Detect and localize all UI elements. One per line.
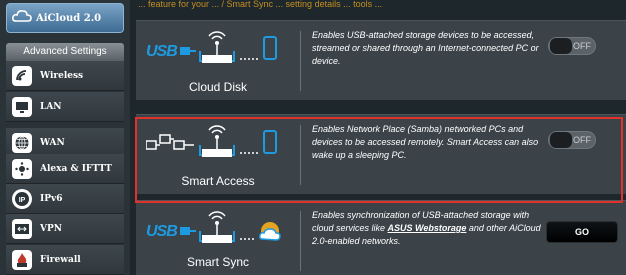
card-title: Cloud Disk — [188, 80, 248, 94]
cloud-disk-card: USB Cloud Disk Enables USB-attached stor… — [136, 20, 626, 100]
wifi-icon — [12, 65, 32, 86]
card-description: Enables USB-attached storage devices to … — [312, 30, 539, 66]
sidebar-item-wireless[interactable]: Wireless — [6, 61, 124, 91]
divider — [300, 31, 301, 91]
divider — [300, 125, 301, 185]
top-description-strip: ... feature for your ... / Smart Sync ..… — [138, 0, 383, 9]
monitor-icon — [12, 96, 32, 117]
toggle-knob — [550, 38, 572, 54]
card-title: Smart Access — [181, 174, 255, 188]
card-description: Enables synchronization of USB-attached … — [312, 209, 542, 248]
toggle-state: OFF — [573, 135, 591, 145]
sidebar-item-label: Wireless — [40, 70, 84, 81]
cloud-icon — [12, 9, 32, 28]
card-description: Enables Network Place (Samba) networked … — [312, 124, 539, 160]
asus-webstorage-link[interactable]: ASUS Webstorage — [388, 223, 467, 233]
aicloud-label: AiCloud 2.0 — [36, 12, 102, 24]
sidebar-item-ipv6[interactable]: IP IPv6 — [6, 184, 124, 214]
network-router-device-icon — [145, 125, 277, 157]
usb-label: USB — [146, 223, 178, 240]
smart-sync-diagram: USB — [146, 209, 296, 253]
sidebar-item-label: VPN — [40, 223, 62, 234]
aicloud-tab[interactable]: AiCloud 2.0 — [6, 3, 124, 33]
sidebar-item-label: LAN — [40, 101, 62, 112]
smart-sync-go-button[interactable]: GO — [546, 221, 618, 243]
divider — [300, 211, 301, 271]
sidebar-item-label: Firewall — [40, 254, 81, 265]
sidebar-item-alexa-ifttt[interactable]: Alexa & IFTTT — [6, 154, 124, 184]
usb-label: USB — [146, 43, 178, 60]
vpn-icon — [12, 218, 32, 239]
advanced-settings-header: Advanced Settings — [6, 43, 124, 61]
main-panel: ... feature for your ... / Smart Sync ..… — [130, 0, 626, 275]
smart-sync-card: USB Smart Sync Enables synchronization o… — [136, 200, 626, 275]
sidebar-item-label: WAN — [40, 137, 65, 148]
alexa-icon — [12, 158, 32, 179]
sidebar-item-label: Alexa & IFTTT — [40, 163, 112, 174]
cloud-disk-toggle[interactable]: OFF — [548, 37, 596, 55]
sidebar-item-firewall[interactable]: Firewall — [6, 245, 124, 275]
smart-access-card: Smart Access Enables Network Place (Samb… — [136, 114, 626, 194]
sidebar-item-label: IPv6 — [40, 193, 63, 204]
toggle-knob — [550, 132, 572, 148]
globe-icon — [12, 132, 32, 153]
toggle-state: OFF — [573, 41, 591, 51]
cloud-disk-diagram: USB — [146, 29, 296, 73]
sidebar-item-lan[interactable]: LAN — [6, 92, 124, 122]
smart-access-toggle[interactable]: OFF — [548, 131, 596, 149]
sidebar: AiCloud 2.0 Advanced Settings Wireless L… — [0, 0, 130, 275]
firewall-icon — [12, 249, 32, 270]
ipv6-icon: IP — [12, 188, 32, 209]
card-title: Smart Sync — [186, 255, 249, 269]
smart-access-diagram — [145, 123, 296, 167]
svg-text:IP: IP — [19, 197, 26, 204]
sidebar-item-vpn[interactable]: VPN — [6, 214, 124, 244]
